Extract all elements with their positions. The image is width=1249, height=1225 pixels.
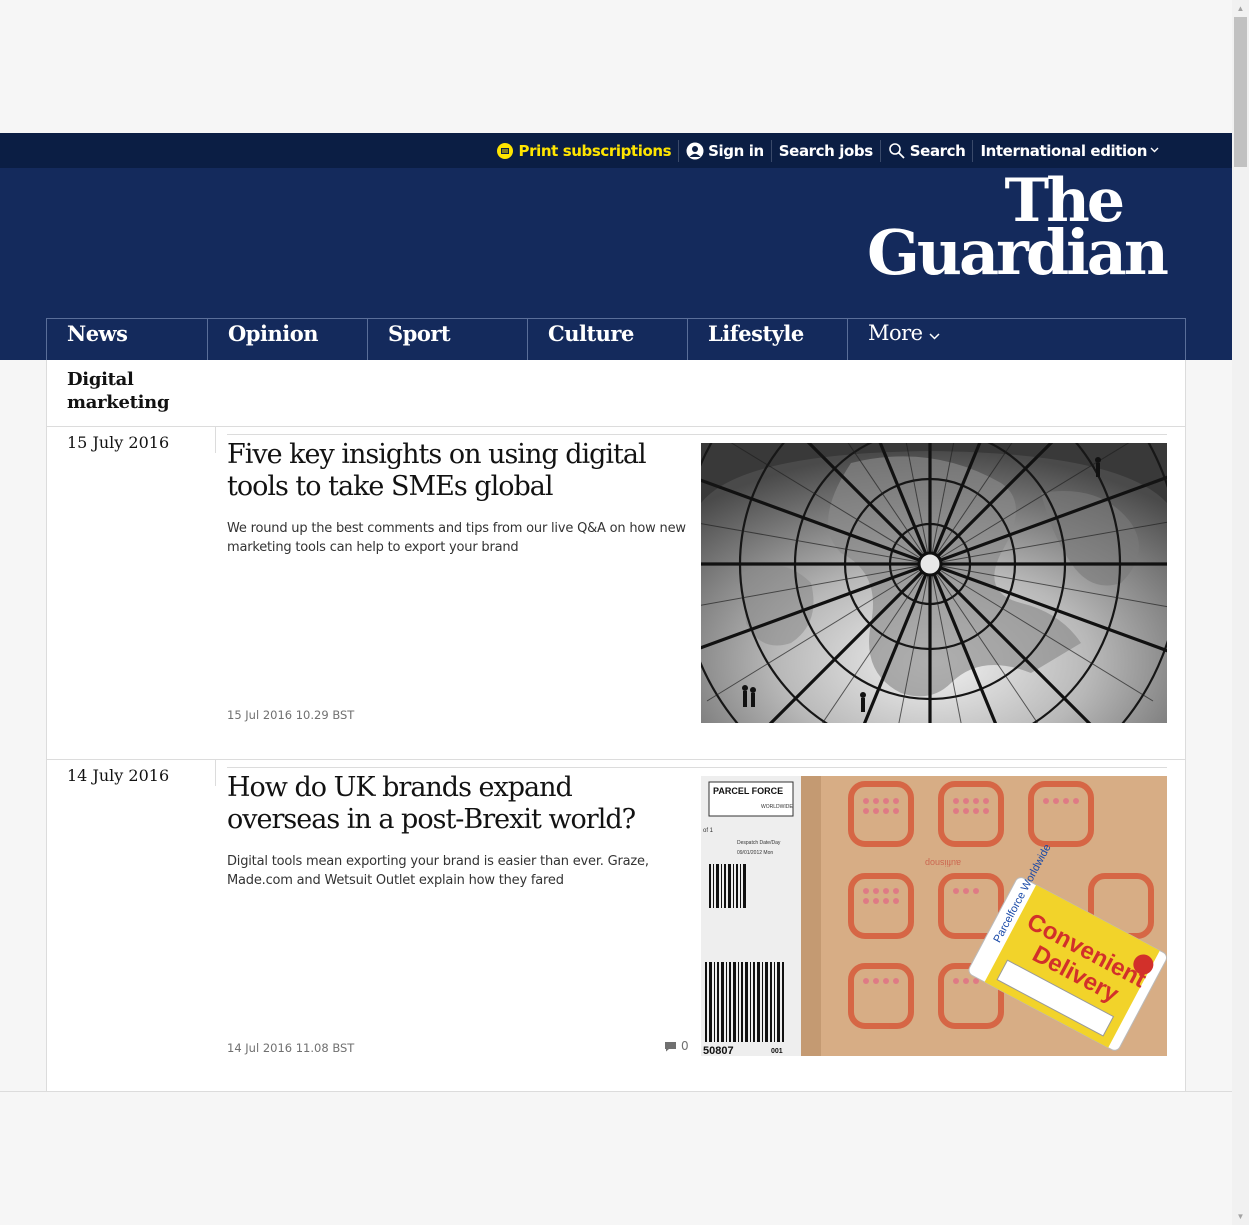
search-button[interactable]: Search xyxy=(879,139,973,162)
print-subscriptions-label: Print subscriptions xyxy=(518,141,672,160)
sign-in-link[interactable]: Sign in xyxy=(678,139,771,162)
tape-text: aufiisnop xyxy=(925,858,961,868)
nav-item-opinion[interactable]: Opinion xyxy=(207,319,367,360)
nav-more-label: More xyxy=(868,321,923,345)
edition-label: International edition xyxy=(980,141,1147,160)
search-icon xyxy=(888,142,906,160)
print-subscriptions-link[interactable]: Print subscriptions xyxy=(489,140,678,162)
article-timestamp: 14 Jul 2016 11.08 BST xyxy=(227,1041,355,1055)
parcel-barcode-number: 50807 xyxy=(703,1045,734,1056)
ad-slot xyxy=(0,0,1232,133)
chevron-down-icon xyxy=(1150,145,1159,156)
scrollbar-thumb[interactable] xyxy=(1234,17,1247,167)
scroll-down-arrow-icon[interactable]: ▼ xyxy=(1232,1208,1249,1225)
article-trail: We round up the best comments and tips f… xyxy=(227,521,686,555)
nav-more-button[interactable]: More xyxy=(847,319,1175,360)
parcel-label-left: of 1 xyxy=(703,828,714,834)
vertical-scrollbar[interactable]: ▲ ▼ xyxy=(1232,0,1249,1225)
print-subscriptions-icon xyxy=(496,142,514,160)
comment-icon xyxy=(664,1041,677,1052)
nav-item-lifestyle[interactable]: Lifestyle xyxy=(687,319,847,360)
parcel-despatch: Despatch Date/Day xyxy=(737,840,781,846)
article-headline[interactable]: How do UK brands expand overseas in a po… xyxy=(227,772,687,836)
article-trail: Digital tools mean exporting your brand … xyxy=(227,854,649,888)
day-date: 14 July 2016 xyxy=(67,766,170,785)
content-area: Digital marketing 15 July 2016 Five key … xyxy=(46,360,1186,1091)
article-image[interactable]: PARCEL FORCE WORLDWIDE of 1 Despatch Dat… xyxy=(701,776,1167,1056)
nav-item-news[interactable]: News xyxy=(47,319,207,360)
logo-line-2: Guardian xyxy=(866,216,1169,289)
day-group: 15 July 2016 Five key insights on using … xyxy=(47,427,1185,759)
article-card[interactable]: Five key insights on using digital tools… xyxy=(227,434,1167,723)
day-date: 15 July 2016 xyxy=(67,433,170,452)
user-icon xyxy=(686,142,704,160)
article-image[interactable] xyxy=(701,443,1167,723)
article-card[interactable]: How do UK brands expand overseas in a po… xyxy=(227,767,1167,1056)
divider xyxy=(215,760,216,786)
article-timestamp: 15 Jul 2016 10.29 BST xyxy=(227,708,355,722)
top-bar: Print subscriptions Sign in Search jobs … xyxy=(0,133,1232,168)
search-jobs-link[interactable]: Search jobs xyxy=(770,139,880,162)
nav-item-sport[interactable]: Sport xyxy=(367,319,527,360)
guardian-logo[interactable]: The Guardian xyxy=(866,171,1169,289)
parcel-barcode-number-2: 001 xyxy=(771,1048,783,1055)
divider xyxy=(215,427,216,453)
chevron-down-icon xyxy=(929,321,940,345)
section-title[interactable]: Digital marketing xyxy=(67,368,217,414)
article-headline[interactable]: Five key insights on using digital tools… xyxy=(227,439,687,503)
parcel-brand: PARCEL FORCE xyxy=(713,786,783,796)
edition-dropdown[interactable]: International edition xyxy=(972,139,1166,162)
comment-count[interactable]: 0 xyxy=(664,1039,689,1053)
day-group: 14 July 2016 How do UK brands expand ove… xyxy=(47,760,1185,1091)
page-footer-area xyxy=(0,1091,1232,1225)
parcel-brand-sub: WORLDWIDE xyxy=(761,804,793,810)
parcel-despatch-date: 09/01/2012 Mon xyxy=(737,850,773,856)
sign-in-label: Sign in xyxy=(708,141,764,160)
search-jobs-label: Search jobs xyxy=(778,141,873,160)
comment-count-label: 0 xyxy=(681,1039,689,1053)
main-nav: News Opinion Sport Culture Lifestyle Mor… xyxy=(46,318,1186,360)
search-label: Search xyxy=(909,141,966,160)
nav-item-culture[interactable]: Culture xyxy=(527,319,687,360)
scroll-up-arrow-icon[interactable]: ▲ xyxy=(1232,0,1249,17)
